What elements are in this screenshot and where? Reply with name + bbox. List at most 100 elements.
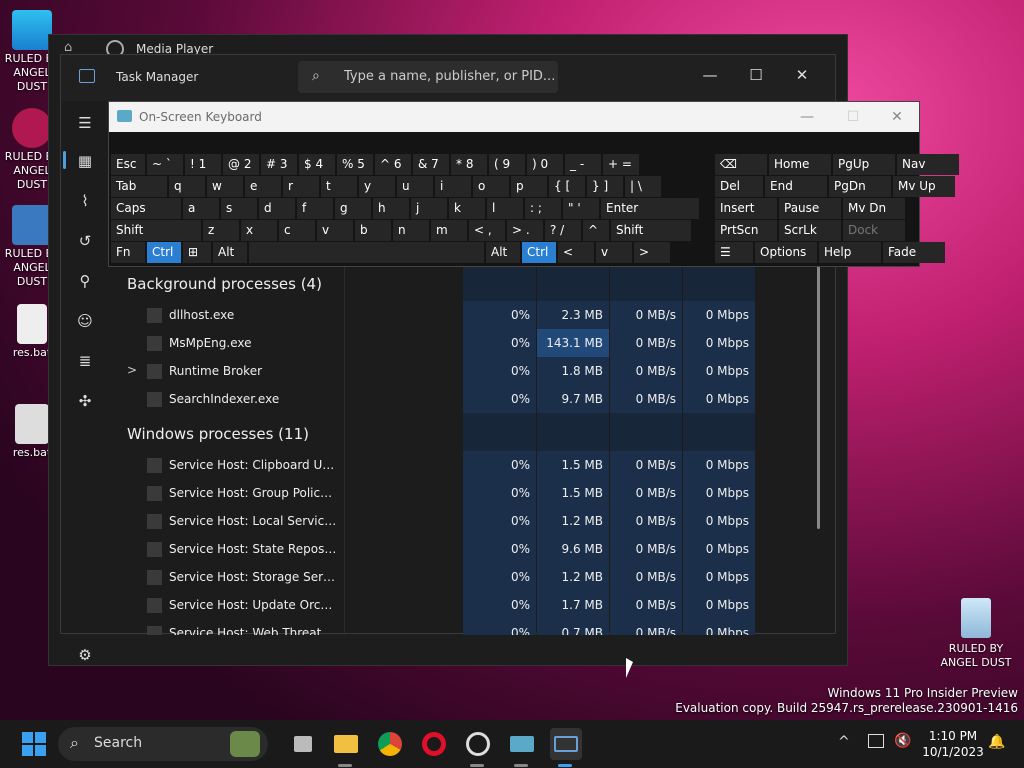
table-row[interactable]: Service Host: Update Orchestr... 0% 1.7 …	[109, 591, 809, 619]
osk-key[interactable]: n	[393, 220, 429, 241]
osk-key[interactable]: Home	[769, 154, 831, 175]
osk-key[interactable]: Del	[715, 176, 763, 197]
osk-key[interactable]: Help	[819, 242, 881, 263]
task-manager-icon[interactable]	[550, 728, 582, 760]
clock[interactable]: 1:10 PM 10/1/2023	[918, 728, 988, 760]
osk-key[interactable]: Insert	[715, 198, 777, 219]
group-header-windows[interactable]: Windows processes (11)	[127, 425, 309, 443]
osk-key[interactable]: t	[321, 176, 357, 197]
osk-key[interactable]: l	[487, 198, 523, 219]
osk-key[interactable]: | \	[625, 176, 661, 197]
table-row[interactable]: MsMpEng.exe 0% 143.1 MB 0 MB/s 0 Mbps	[109, 329, 809, 357]
processes-icon[interactable]: ▦	[73, 149, 97, 173]
osk-key[interactable]: f	[297, 198, 333, 219]
task-view-icon[interactable]	[286, 728, 318, 760]
osk-key[interactable]: Mv Dn	[843, 198, 905, 219]
media-player-icon[interactable]	[462, 728, 494, 760]
table-row[interactable]: Service Host: Local Service (N... 0% 1.2…	[109, 507, 809, 535]
osk-key[interactable]: > .	[507, 220, 543, 241]
table-row[interactable]: SearchIndexer.exe 0% 9.7 MB 0 MB/s 0 Mbp…	[109, 385, 809, 413]
osk-key[interactable]: z	[203, 220, 239, 241]
osk-key[interactable]: ScrLk	[779, 220, 841, 241]
osk-key[interactable]: ? /	[545, 220, 581, 241]
osk-key[interactable]: b	[355, 220, 391, 241]
start-icon[interactable]	[18, 728, 50, 760]
osk-key[interactable]: } ]	[587, 176, 623, 197]
osk-key[interactable]: ( 9	[489, 154, 525, 175]
opera-icon[interactable]	[418, 728, 450, 760]
users-icon[interactable]: ☺	[73, 309, 97, 333]
osk-key[interactable]	[249, 242, 484, 263]
osk-key[interactable]: Alt	[486, 242, 520, 263]
osk-key[interactable]: q	[169, 176, 205, 197]
osk-key[interactable]: PgUp	[833, 154, 895, 175]
process-search-input[interactable]: ⌕ Type a name, publisher, or PID...	[298, 61, 558, 93]
table-row[interactable]: dllhost.exe 0% 2.3 MB 0 MB/s 0 Mbps	[109, 301, 809, 329]
osk-key[interactable]: ⌫	[715, 154, 767, 175]
table-row[interactable]: > Runtime Broker 0% 1.8 MB 0 MB/s 0 Mbps	[109, 357, 809, 385]
osk-key[interactable]: Options	[755, 242, 817, 263]
services-icon[interactable]: ✣	[73, 389, 97, 413]
osk-key[interactable]: Fn	[111, 242, 145, 263]
osk-key[interactable]: Pause	[779, 198, 841, 219]
table-row[interactable]: Service Host: Clipboard User S... 0% 1.5…	[109, 451, 809, 479]
file-explorer-icon[interactable]	[330, 728, 362, 760]
notification-bell-icon[interactable]: 🔔	[988, 734, 1005, 750]
osk-key[interactable]: u	[397, 176, 433, 197]
performance-icon[interactable]: ⌇	[73, 189, 97, 213]
osk-key[interactable]: <	[558, 242, 594, 263]
osk-key[interactable]: & 7	[413, 154, 449, 175]
osk-key[interactable]: Shift	[111, 220, 201, 241]
osk-key[interactable]: r	[283, 176, 319, 197]
osk-key[interactable]: PrtScn	[715, 220, 777, 241]
osk-key[interactable]: _ -	[565, 154, 601, 175]
osk-key[interactable]: ^	[583, 220, 609, 241]
startup-apps-icon[interactable]: ⚲	[73, 269, 97, 293]
osk-app-icon[interactable]	[506, 728, 538, 760]
osk-key[interactable]: Tab	[111, 176, 167, 197]
network-icon[interactable]	[868, 734, 884, 748]
osk-key[interactable]: End	[765, 176, 827, 197]
minimize-button[interactable]: —	[695, 63, 725, 87]
osk-key[interactable]: ☰	[715, 242, 753, 263]
osk-key[interactable]: Shift	[611, 220, 691, 241]
osk-key[interactable]: Enter	[601, 198, 699, 219]
task-manager-titlebar[interactable]: Task Manager ⌕ Type a name, publisher, o…	[61, 55, 835, 101]
close-button[interactable]: ✕	[787, 63, 817, 87]
osk-key[interactable]: g	[335, 198, 371, 219]
osk-key[interactable]: : ;	[525, 198, 561, 219]
osk-key[interactable]: >	[634, 242, 670, 263]
app-history-icon[interactable]: ↺	[73, 229, 97, 253]
osk-key[interactable]: Esc	[111, 154, 145, 175]
osk-key[interactable]: Dock	[843, 220, 905, 241]
osk-key[interactable]: v	[596, 242, 632, 263]
chevron-right-icon[interactable]: >	[127, 363, 137, 377]
osk-key[interactable]: y	[359, 176, 395, 197]
osk-key[interactable]: m	[431, 220, 467, 241]
osk-key[interactable]: i	[435, 176, 471, 197]
osk-key[interactable]: e	[245, 176, 281, 197]
maximize-button[interactable]: ☐	[741, 63, 771, 87]
osk-key[interactable]: ^ 6	[375, 154, 411, 175]
osk-key[interactable]: " '	[563, 198, 599, 219]
osk-key[interactable]: Ctrl	[147, 242, 181, 263]
osk-key[interactable]: * 8	[451, 154, 487, 175]
osk-key[interactable]: v	[317, 220, 353, 241]
taskbar-search-box[interactable]: ⌕ Search	[58, 727, 268, 761]
osk-key[interactable]: ⊞	[183, 242, 211, 263]
osk-key[interactable]: Nav	[897, 154, 959, 175]
osk-key[interactable]: Caps	[111, 198, 181, 219]
osk-key[interactable]: @ 2	[223, 154, 259, 175]
osk-key[interactable]: < ,	[469, 220, 505, 241]
osk-key[interactable]: ~ `	[147, 154, 183, 175]
osk-key[interactable]: { [	[549, 176, 585, 197]
osk-key[interactable]: ) 0	[527, 154, 563, 175]
osk-key[interactable]: p	[511, 176, 547, 197]
osk-key[interactable]: s	[221, 198, 257, 219]
osk-key[interactable]: % 5	[337, 154, 373, 175]
on-screen-keyboard-window[interactable]: On-Screen Keyboard — ☐ ✕ Esc ~ `! 1 @ 2 # 3…	[108, 101, 959, 267]
osk-key[interactable]: $ 4	[299, 154, 335, 175]
recycle-bin[interactable]: RULED BY ANGEL DUST	[936, 598, 1016, 670]
group-header-background[interactable]: Background processes (4)	[127, 275, 322, 293]
osk-key[interactable]: PgDn	[829, 176, 891, 197]
